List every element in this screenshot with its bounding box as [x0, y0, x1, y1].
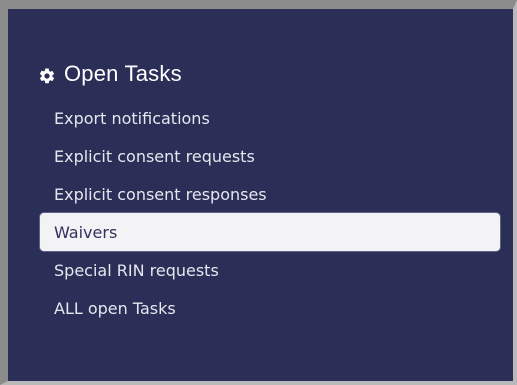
- panel-title: Open Tasks: [64, 61, 182, 86]
- menu-item-explicit-consent-responses[interactable]: Explicit consent responses: [40, 175, 500, 213]
- menu-item-label: Explicit consent requests: [54, 146, 255, 166]
- task-menu: Export notifications Explicit consent re…: [40, 99, 500, 327]
- menu-item-all-open-tasks[interactable]: ALL open Tasks: [40, 289, 500, 327]
- menu-item-special-rin-requests[interactable]: Special RIN requests: [40, 251, 500, 289]
- menu-item-label: Explicit consent responses: [54, 184, 267, 204]
- gear-icon: [38, 65, 56, 84]
- menu-item-export-notifications[interactable]: Export notifications: [40, 99, 500, 137]
- menu-item-label: Special RIN requests: [54, 260, 219, 280]
- menu-item-waivers[interactable]: Waivers: [40, 213, 500, 251]
- menu-item-label: ALL open Tasks: [54, 298, 176, 318]
- panel-header: Open Tasks: [38, 59, 182, 89]
- menu-item-explicit-consent-requests[interactable]: Explicit consent requests: [40, 137, 500, 175]
- open-tasks-panel: Open Tasks Export notifications Explicit…: [0, 0, 517, 385]
- menu-item-label: Waivers: [54, 222, 118, 242]
- menu-item-label: Export notifications: [54, 108, 210, 128]
